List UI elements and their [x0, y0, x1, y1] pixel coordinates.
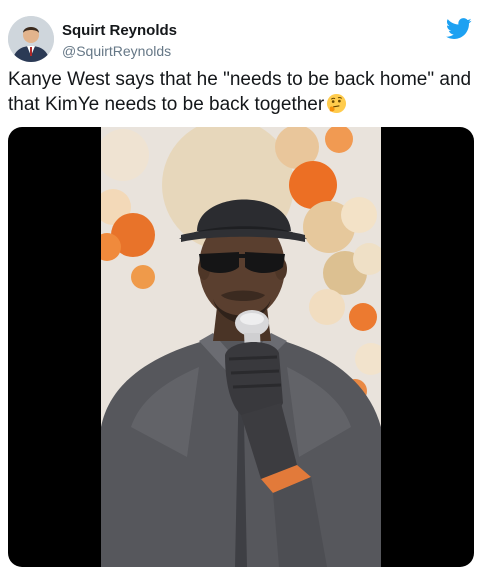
video-frame [101, 127, 381, 567]
tweet-card: Squirt Reynolds @SquirtReynolds Kanye We… [0, 0, 482, 567]
tweet-text: Kanye West says that he "needs to be bac… [8, 67, 478, 117]
video-player[interactable] [8, 127, 474, 567]
tweet-body: Kanye West says that he "needs to be bac… [8, 69, 472, 115]
author-handle[interactable]: @SquirtReynolds [62, 43, 171, 59]
twitter-bird-icon[interactable] [445, 18, 472, 40]
avatar[interactable] [8, 16, 54, 62]
thinking-face-icon [326, 93, 347, 114]
author-display-name[interactable]: Squirt Reynolds [62, 22, 177, 39]
